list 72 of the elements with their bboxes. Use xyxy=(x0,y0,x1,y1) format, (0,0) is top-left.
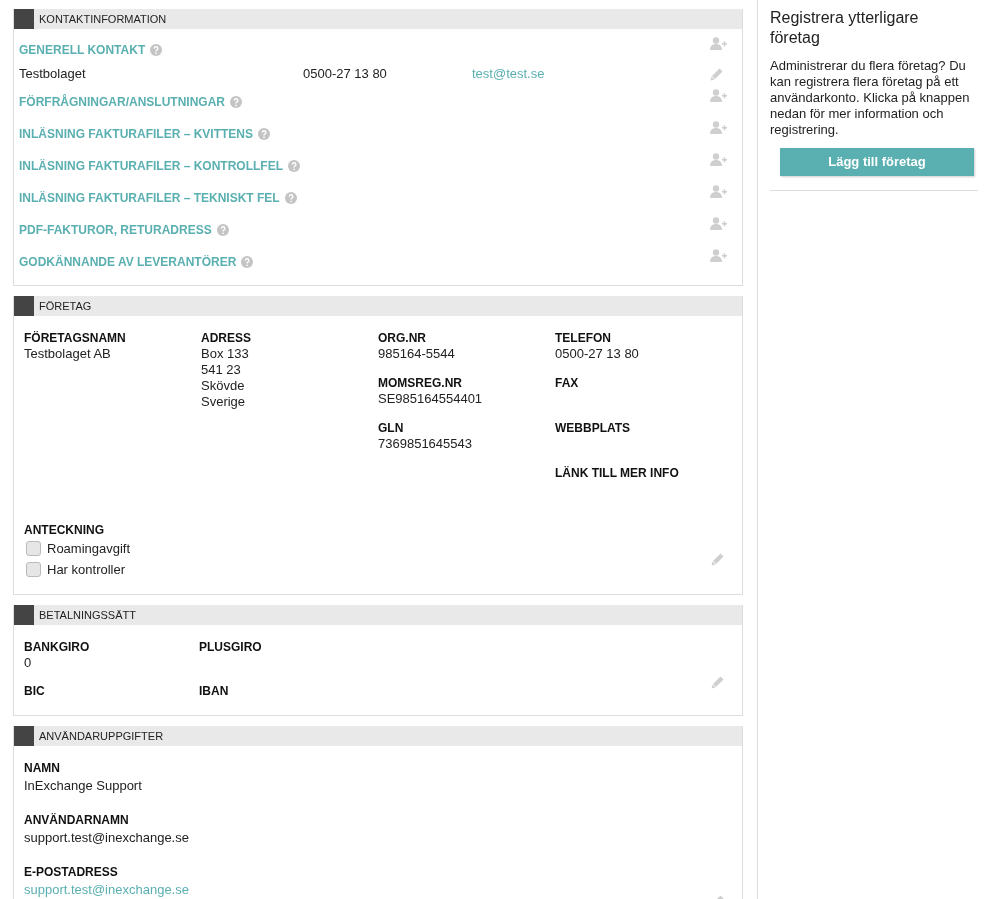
add-user-icon[interactable] xyxy=(710,185,727,198)
field-label: E-POSTADRESS xyxy=(24,864,119,880)
checkbox[interactable] xyxy=(26,541,41,556)
help-icon[interactable] xyxy=(241,256,254,268)
add-user-icon[interactable] xyxy=(710,121,727,134)
field-label: BANKGIRO xyxy=(24,639,91,655)
field-label: NAMN xyxy=(24,760,61,776)
field-label: TELEFON xyxy=(555,330,612,346)
sidebar-title: Registrera ytterligare företag xyxy=(770,8,920,48)
add-user-icon[interactable] xyxy=(710,37,727,50)
contact-phone: 0500-27 13 80 xyxy=(303,65,388,84)
field-label: MOMSREG.NR xyxy=(378,375,463,391)
email-link[interactable]: support.test@inexchange.se xyxy=(24,882,732,898)
header-marker xyxy=(14,605,34,625)
field-label: ORG.NR xyxy=(378,330,427,346)
field-value: support.test@inexchange.se xyxy=(24,830,190,846)
field-label: WEBBPLATS xyxy=(555,420,632,436)
add-user-icon[interactable] xyxy=(710,249,727,262)
add-company-button[interactable]: Lägg till företag xyxy=(780,148,974,176)
field-value: SE985164554401 xyxy=(378,391,484,407)
field-value: 0500-27 13 80 xyxy=(555,346,640,362)
help-icon[interactable] xyxy=(150,44,163,56)
add-user-icon[interactable] xyxy=(710,153,727,166)
field-value: Box 133 xyxy=(201,346,250,362)
field-label: GLN xyxy=(378,420,405,436)
header-marker xyxy=(14,9,34,29)
field-value: 7369851645543 xyxy=(378,436,473,452)
field-label: ADRESS xyxy=(201,330,252,346)
field-label: BIC xyxy=(24,683,46,699)
field-label: FÖRETAGSNAMN xyxy=(24,330,127,346)
checkbox[interactable] xyxy=(26,562,41,577)
field-label: FAX xyxy=(555,375,580,391)
field-value: Sverige xyxy=(201,394,247,410)
add-user-icon[interactable] xyxy=(710,89,727,102)
help-icon[interactable] xyxy=(258,128,270,140)
contact-group-link[interactable]: GODKÄNNANDE AV LEVERANTÖRER xyxy=(19,253,237,271)
field-value: 0 xyxy=(24,655,33,671)
checkbox-option[interactable]: Roamingavgift xyxy=(26,538,131,559)
contact-group-link[interactable]: INLÄSNING FAKTURAFILER – TEKNISKT FEL xyxy=(19,189,280,207)
contact-group-link[interactable]: FÖRFRÅGNINGAR/ANSLUTNINGAR xyxy=(19,93,225,111)
field-value: 985164-5544 xyxy=(378,346,456,362)
field-label: ANVÄNDARNAMN xyxy=(24,812,130,828)
add-user-icon[interactable] xyxy=(710,217,727,230)
field-label: IBAN xyxy=(199,683,230,699)
section-title: ANVÄNDARUPPGIFTER xyxy=(39,728,164,744)
field-label: PLUSGIRO xyxy=(199,639,263,655)
checkbox-option[interactable]: Har kontroller xyxy=(26,559,131,580)
edit-icon[interactable] xyxy=(710,67,723,81)
header-marker xyxy=(14,296,34,316)
contact-group-link[interactable]: PDF-FAKTUROR, RETURADRESS xyxy=(19,221,212,239)
help-icon[interactable] xyxy=(284,192,297,204)
contact-group-link[interactable]: INLÄSNING FAKTURAFILER – KONTROLLFEL xyxy=(19,157,283,175)
contact-group-link[interactable]: GENERELL KONTAKT xyxy=(19,41,146,59)
edit-icon[interactable] xyxy=(711,553,724,566)
section-title: KONTAKTINFORMATION xyxy=(39,11,167,27)
field-value: InExchange Support xyxy=(24,778,143,794)
help-icon[interactable] xyxy=(230,96,242,108)
field-value: Skövde xyxy=(201,378,246,394)
sidebar-text: Administrerar du flera företag? Du kan registrera flera företag på ett användarkonto. Klicka på knappen nedan för mer information och registrering. xyxy=(770,58,971,138)
field-label: ANTECKNING xyxy=(24,522,105,538)
edit-icon[interactable] xyxy=(711,676,724,689)
contact-email[interactable]: test@test.se xyxy=(472,64,545,84)
field-value: Testbolaget AB xyxy=(24,346,112,362)
section-title: BETALNINGSSÄTT xyxy=(39,607,136,623)
help-icon[interactable] xyxy=(288,160,300,172)
help-icon[interactable] xyxy=(216,224,229,236)
contact-name: Testbolaget xyxy=(19,65,87,84)
field-label: LÄNK TILL MER INFO xyxy=(555,465,680,481)
section-title: FÖRETAG xyxy=(39,298,92,314)
contact-group-link[interactable]: INLÄSNING FAKTURAFILER – KVITTENS xyxy=(19,125,253,143)
field-value: 541 23 xyxy=(201,362,242,378)
header-marker xyxy=(14,726,34,746)
